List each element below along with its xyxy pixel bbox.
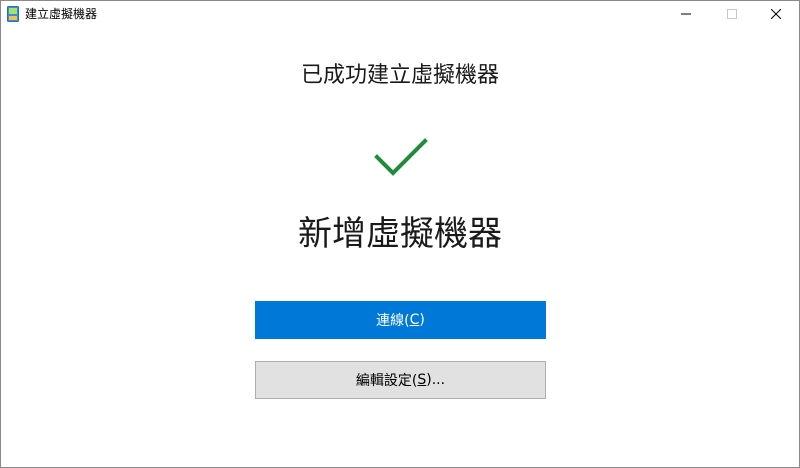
checkmark-icon xyxy=(374,138,428,176)
title-bar[interactable]: 建立虛擬機器 xyxy=(1,1,799,27)
app-icon xyxy=(7,6,19,22)
minimize-icon xyxy=(681,13,691,15)
maximize-button[interactable] xyxy=(709,1,755,27)
edit-settings-button[interactable]: 編輯設定(S)... xyxy=(255,361,546,399)
connect-button-mnemonic: C xyxy=(409,312,420,328)
window-title: 建立虛擬機器 xyxy=(25,7,98,21)
close-icon xyxy=(771,9,781,19)
minimize-button[interactable] xyxy=(663,1,709,27)
success-heading: 已成功建立虛擬機器 xyxy=(300,63,499,88)
connect-button-label-suffix: ) xyxy=(419,312,425,328)
close-button[interactable] xyxy=(753,1,799,27)
connect-button-label-prefix: 連線( xyxy=(376,313,410,329)
quick-create-window: 建立虛擬機器 已成功建立虛擬機器 新增虛擬機器 連線(C) 編輯設定(S)... xyxy=(0,0,800,468)
vm-name: 新增虛擬機器 xyxy=(298,214,502,254)
maximize-icon xyxy=(727,9,737,19)
connect-button[interactable]: 連線(C) xyxy=(255,301,546,339)
edit-settings-label-suffix: )... xyxy=(426,372,446,388)
edit-settings-mnemonic: S xyxy=(417,372,427,388)
edit-settings-label-prefix: 編輯設定( xyxy=(355,373,418,389)
